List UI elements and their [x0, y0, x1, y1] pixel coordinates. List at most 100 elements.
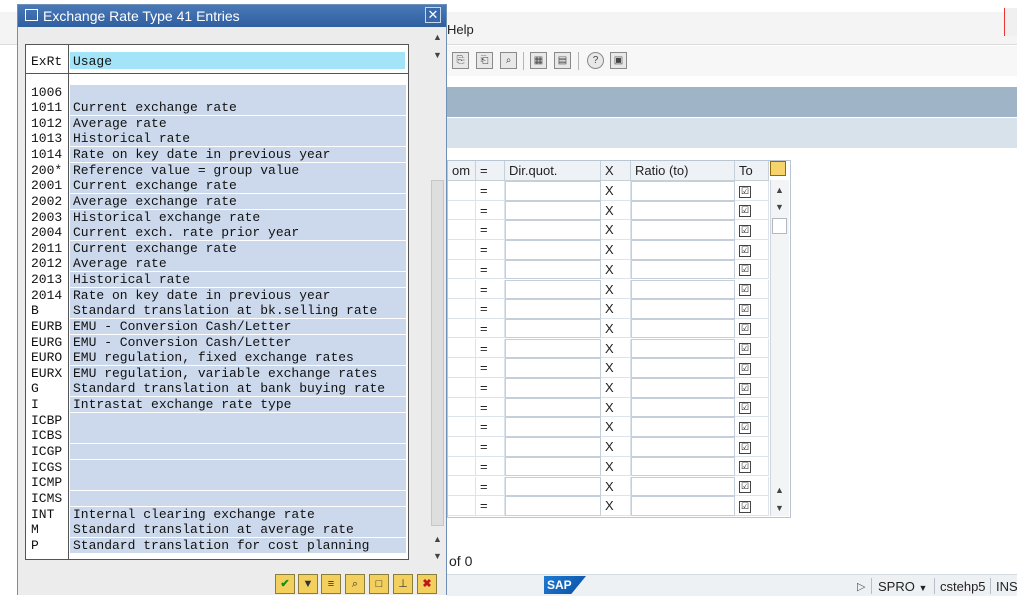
dir-quot-input[interactable] — [505, 397, 601, 418]
list-item[interactable]: 2001 Current exchange rate — [26, 178, 408, 194]
cell-from[interactable] — [448, 220, 476, 240]
layout-icon[interactable]: ▦ — [530, 52, 547, 69]
to-checkbox[interactable]: ☑ — [735, 456, 769, 477]
export-icon[interactable]: ▤ — [554, 52, 571, 69]
to-checkbox[interactable]: ☑ — [735, 240, 769, 260]
column-header-exrt[interactable]: ExRt — [31, 54, 62, 69]
list-item[interactable]: 2013 Historical rate — [26, 272, 408, 288]
pin-icon[interactable]: ⊥ — [393, 574, 413, 594]
list-item[interactable]: EURB EMU - Conversion Cash/Letter — [26, 318, 408, 335]
list-item[interactable]: 2012 Average rate — [26, 256, 408, 272]
dialog-scroll-thumb[interactable] — [431, 180, 444, 526]
dir-quot-input[interactable] — [505, 259, 601, 280]
to-checkbox[interactable]: ☑ — [735, 299, 769, 319]
ratio-to-input[interactable] — [631, 437, 735, 457]
to-checkbox[interactable]: ☑ — [735, 181, 769, 201]
ratio-to-input[interactable] — [631, 358, 735, 378]
list-item[interactable]: EURX EMU regulation, variable exchange ra… — [26, 365, 408, 382]
status-transaction[interactable]: SPRO ▼ — [878, 579, 927, 594]
dir-quot-input[interactable] — [505, 200, 601, 221]
list-item[interactable]: I Intrastat exchange rate type — [26, 397, 408, 413]
ratio-to-input[interactable] — [631, 240, 735, 260]
column-header[interactable]: Dir.quot. — [505, 161, 601, 181]
help-icon[interactable]: ? — [587, 52, 604, 69]
checkbox-checked-icon[interactable]: ☑ — [739, 500, 751, 513]
play-icon[interactable]: ▷ — [857, 580, 865, 593]
ok-icon[interactable]: ✔ — [275, 574, 295, 594]
table-scroll-thumb[interactable] — [772, 218, 787, 234]
cell-from[interactable] — [448, 259, 476, 280]
column-header[interactable]: Ratio (to) — [631, 161, 735, 181]
checkbox-checked-icon[interactable]: ☑ — [739, 461, 751, 474]
checkbox-checked-icon[interactable]: ☑ — [739, 402, 751, 415]
dropdown-icon[interactable]: ▼ — [918, 583, 927, 593]
ratio-to-input[interactable] — [631, 496, 735, 516]
list-item[interactable]: EURO EMU regulation, fixed exchange rates — [26, 350, 408, 366]
ratio-to-input[interactable] — [631, 220, 735, 240]
ratio-to-input[interactable] — [631, 181, 735, 201]
checkbox-checked-icon[interactable]: ☑ — [739, 343, 751, 356]
list-item[interactable]: 2004 Current exch. rate prior year — [26, 225, 408, 241]
checkbox-checked-icon[interactable]: ☑ — [739, 303, 751, 316]
menu-help[interactable]: Help — [447, 22, 474, 37]
checkbox-checked-icon[interactable]: ☑ — [739, 224, 751, 237]
list-item[interactable]: P Standard translation for cost planning — [26, 537, 408, 554]
list-item[interactable]: INT Internal clearing exchange rate — [26, 506, 408, 523]
cell-from[interactable] — [448, 378, 476, 398]
column-header[interactable]: om — [448, 161, 476, 181]
checkbox-checked-icon[interactable]: ☑ — [739, 481, 751, 494]
list-item[interactable]: 1013 Historical rate — [26, 131, 408, 147]
dir-quot-input[interactable] — [505, 279, 601, 300]
list-item[interactable]: 1014 Rate on key date in previous year — [26, 147, 408, 163]
list-item[interactable]: ICMP — [26, 475, 408, 491]
to-checkbox[interactable]: ☑ — [735, 437, 769, 457]
cancel-icon[interactable]: ✖ — [417, 574, 437, 594]
list-item[interactable]: M Standard translation at average rate — [26, 522, 408, 538]
list-item[interactable]: 1011 Current exchange rate — [26, 100, 408, 116]
filter-icon[interactable]: ▼ — [298, 574, 318, 594]
cell-from[interactable] — [448, 279, 476, 300]
to-checkbox[interactable]: ☑ — [735, 318, 769, 339]
cell-from[interactable] — [448, 299, 476, 319]
cell-from[interactable] — [448, 456, 476, 477]
ratio-to-input[interactable] — [631, 279, 735, 300]
column-settings-icon[interactable] — [770, 161, 786, 176]
dir-quot-input[interactable] — [505, 496, 601, 516]
settings-icon[interactable]: ▣ — [610, 52, 627, 69]
to-checkbox[interactable]: ☑ — [735, 378, 769, 398]
dir-quot-input[interactable] — [505, 181, 601, 201]
to-checkbox[interactable]: ☑ — [735, 279, 769, 300]
dir-quot-input[interactable] — [505, 240, 601, 260]
checkbox-checked-icon[interactable]: ☑ — [739, 421, 751, 434]
list-item[interactable]: 2003 Historical exchange rate — [26, 209, 408, 226]
dir-quot-input[interactable] — [505, 476, 601, 497]
ratio-to-input[interactable] — [631, 456, 735, 477]
list-item[interactable]: ICGS — [26, 459, 408, 476]
to-checkbox[interactable]: ☑ — [735, 476, 769, 497]
to-checkbox[interactable]: ☑ — [735, 417, 769, 437]
ratio-to-input[interactable] — [631, 338, 735, 359]
column-header-usage[interactable]: Usage — [73, 54, 112, 69]
ratio-to-input[interactable] — [631, 200, 735, 221]
list-item[interactable]: ICGP — [26, 443, 408, 460]
dir-quot-input[interactable] — [505, 437, 601, 457]
dir-quot-input[interactable] — [505, 318, 601, 339]
checkbox-checked-icon[interactable]: ☑ — [739, 362, 751, 375]
checkbox-checked-icon[interactable]: ☑ — [739, 323, 751, 336]
new-icon[interactable]: □ — [369, 574, 389, 594]
close-icon[interactable]: ✕ — [425, 7, 441, 23]
list-item[interactable]: 1006 — [26, 84, 408, 101]
dir-quot-input[interactable] — [505, 358, 601, 378]
copy-icon[interactable]: ⎘ — [452, 52, 469, 69]
list-item[interactable]: ICBP — [26, 412, 408, 429]
cell-from[interactable] — [448, 417, 476, 437]
to-checkbox[interactable]: ☑ — [735, 200, 769, 221]
copy-down-icon[interactable]: ⎗ — [476, 52, 493, 69]
ratio-to-input[interactable] — [631, 378, 735, 398]
scroll-down-icon[interactable]: ▼ — [433, 551, 442, 561]
list-item[interactable]: ICMS — [26, 490, 408, 507]
checkbox-checked-icon[interactable]: ☑ — [739, 264, 751, 277]
cell-from[interactable] — [448, 476, 476, 497]
dir-quot-input[interactable] — [505, 338, 601, 359]
list-item[interactable]: 1012 Average rate — [26, 115, 408, 132]
